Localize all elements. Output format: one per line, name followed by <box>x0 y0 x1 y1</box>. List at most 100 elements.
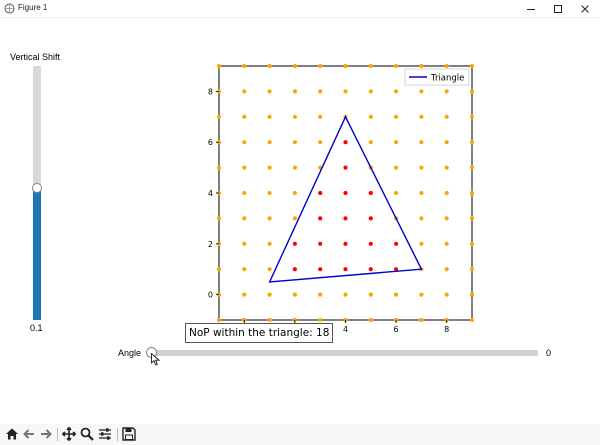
grid-point <box>444 190 449 196</box>
grid-point <box>242 216 247 221</box>
grid-point <box>469 267 475 272</box>
inside-point <box>318 267 323 272</box>
grid-point <box>343 292 348 297</box>
grid-point <box>444 292 449 297</box>
grid-point <box>394 140 399 145</box>
grid-point <box>444 114 449 119</box>
grid-point <box>419 114 424 119</box>
zoom-button[interactable] <box>79 426 95 442</box>
inside-point <box>343 216 348 221</box>
grid-point <box>469 165 475 170</box>
grid-point <box>469 190 475 196</box>
grid-point <box>444 267 449 272</box>
angle-value: 0 <box>546 348 552 358</box>
mouse-cursor-icon <box>151 353 160 366</box>
inside-point <box>318 190 323 196</box>
inside-point <box>343 140 348 145</box>
inside-point <box>368 241 373 246</box>
grid-point <box>318 317 323 323</box>
y-tick-label: 2 <box>208 240 213 249</box>
grid-point <box>469 292 475 297</box>
grid-point <box>469 140 475 145</box>
grid-point <box>469 63 475 69</box>
grid-point <box>318 63 323 69</box>
grid-point <box>444 216 449 221</box>
grid-point <box>292 216 297 221</box>
grid-point <box>267 190 272 196</box>
grid-point <box>318 89 323 94</box>
pan-icon <box>62 427 76 441</box>
grid-point <box>292 140 297 145</box>
x-tick-label: 8 <box>444 325 449 334</box>
grid-point <box>419 317 424 323</box>
inside-point <box>318 216 323 221</box>
toolbar-separator <box>117 428 118 441</box>
legend-label: Triangle <box>430 74 464 84</box>
inside-point <box>318 241 323 246</box>
y-tick-label: 8 <box>208 87 213 96</box>
grid-point <box>267 89 272 94</box>
grid-point <box>216 216 222 221</box>
grid-point <box>292 63 297 69</box>
inside-point <box>368 190 373 196</box>
home-button[interactable] <box>4 426 20 442</box>
forward-button[interactable] <box>38 426 54 442</box>
grid-point <box>419 216 424 221</box>
grid-point <box>368 317 373 323</box>
back-button[interactable] <box>21 426 37 442</box>
grid-point <box>368 114 373 119</box>
grid-point <box>343 63 348 69</box>
toolbar-separator <box>57 428 58 441</box>
configure-subplots-button[interactable] <box>97 426 113 442</box>
grid-point <box>267 317 272 323</box>
home-icon <box>6 428 18 440</box>
grid-point <box>368 89 373 94</box>
grid-point <box>394 292 399 297</box>
grid-point <box>444 63 449 69</box>
grid-point <box>292 165 297 170</box>
grid-point <box>343 89 348 94</box>
grid-point <box>419 165 424 170</box>
inside-point <box>292 241 297 246</box>
grid-point <box>444 165 449 170</box>
grid-point <box>419 190 424 196</box>
grid-point <box>292 190 297 196</box>
grid-point <box>292 89 297 94</box>
y-tick-label: 0 <box>208 291 213 300</box>
grid-point <box>368 140 373 145</box>
grid-point <box>444 241 449 246</box>
y-tick-label: 4 <box>208 189 213 198</box>
grid-point <box>368 292 373 297</box>
grid-point <box>419 241 424 246</box>
inside-point <box>368 216 373 221</box>
grid-point <box>267 292 272 297</box>
grid-point <box>216 165 222 170</box>
x-tick-label: 6 <box>394 325 399 334</box>
grid-point <box>394 63 399 69</box>
save-button[interactable] <box>121 426 137 442</box>
inside-point <box>343 241 348 246</box>
grid-point <box>242 190 247 196</box>
grid-point <box>292 114 297 119</box>
grid-point <box>242 89 247 94</box>
grid-point <box>267 140 272 145</box>
grid-point <box>242 114 247 119</box>
pan-button[interactable] <box>61 426 77 442</box>
grid-point <box>267 165 272 170</box>
grid-point <box>444 89 449 94</box>
nop-annotation: NoP within the triangle: 18 <box>185 323 334 343</box>
grid-point <box>216 114 222 119</box>
grid-point <box>394 89 399 94</box>
x-tick-label: 4 <box>343 325 348 334</box>
grid-point <box>469 89 475 94</box>
grid-point <box>267 241 272 246</box>
grid-point <box>318 114 323 119</box>
grid-point <box>242 241 247 246</box>
navigation-toolbar <box>0 424 600 445</box>
configure-subplots-icon <box>99 428 111 440</box>
grid-point <box>469 114 475 119</box>
grid-point <box>394 190 399 196</box>
grid-point <box>469 317 475 323</box>
angle-slider[interactable] <box>146 347 538 358</box>
angle-label: Angle <box>118 348 142 358</box>
